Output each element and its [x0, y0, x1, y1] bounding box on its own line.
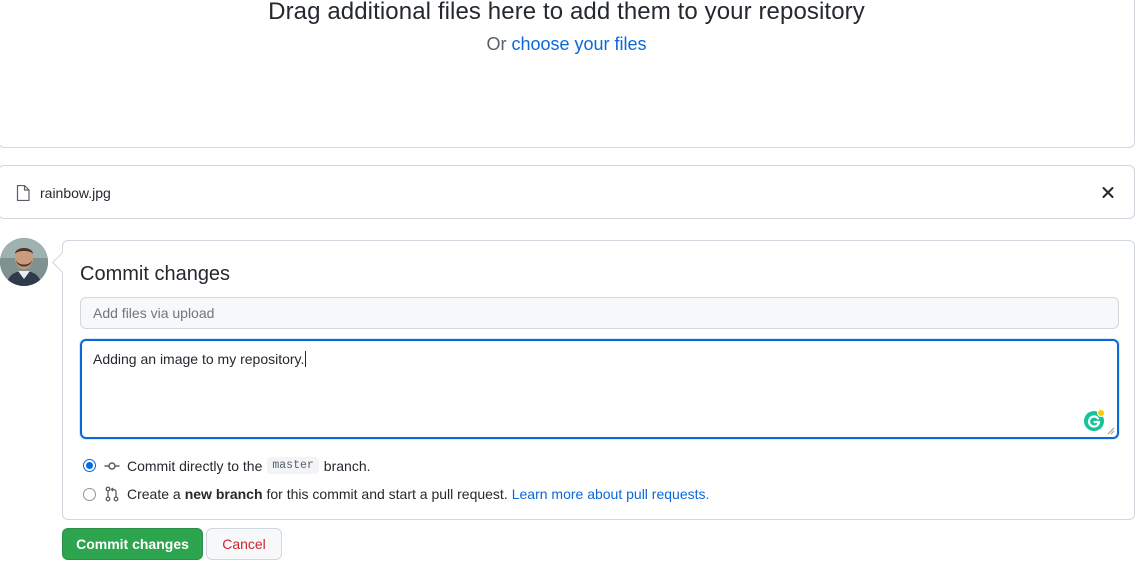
- file-icon: [16, 185, 30, 201]
- new-branch-bold: new branch: [184, 486, 263, 502]
- commit-form: Commit changes Adding an image to my rep…: [62, 240, 1135, 520]
- git-commit-icon: [104, 461, 120, 470]
- commit-description-text: Adding an image to my repository.: [93, 351, 307, 367]
- grammarly-icon[interactable]: [1083, 409, 1105, 431]
- new-branch-suffix: for this commit and start a pull request…: [266, 486, 508, 502]
- branch-name: master: [267, 457, 319, 474]
- cancel-button[interactable]: Cancel: [206, 528, 282, 560]
- uploaded-file-row: rainbow.jpg: [0, 165, 1135, 219]
- commit-heading: Commit changes: [80, 263, 231, 285]
- file-dropzone[interactable]: Drag additional files here to add them t…: [0, 0, 1135, 148]
- commit-changes-button[interactable]: Commit changes: [62, 528, 203, 560]
- new-branch-radio[interactable]: [83, 487, 96, 501]
- dropzone-prefix: Or: [486, 34, 507, 54]
- close-icon[interactable]: [1100, 182, 1116, 202]
- text-caret: [305, 351, 307, 367]
- commit-direct-radio[interactable]: [83, 459, 96, 472]
- file-name: rainbow.jpg: [40, 185, 111, 201]
- avatar: [0, 238, 48, 286]
- commit-direct-text: Commit directly to the: [127, 457, 263, 474]
- new-branch-prefix: Create a: [127, 486, 181, 502]
- dropzone-subtitle: Or choose your files: [0, 34, 1134, 55]
- git-pull-request-icon: [105, 486, 119, 502]
- choose-files-link[interactable]: choose your files: [511, 34, 646, 54]
- resize-handle-icon[interactable]: [1107, 427, 1115, 435]
- learn-more-pull-requests-link[interactable]: Learn more about pull requests.: [512, 486, 710, 502]
- commit-direct-option[interactable]: Commit directly to the master branch.: [83, 457, 371, 474]
- new-branch-option[interactable]: Create a new branch for this commit and …: [83, 486, 709, 502]
- commit-direct-suffix: branch.: [323, 457, 371, 474]
- dropzone-title: Drag additional files here to add them t…: [268, 0, 865, 25]
- commit-description-textarea[interactable]: Adding an image to my repository.: [80, 339, 1119, 439]
- commit-summary-input[interactable]: [80, 297, 1119, 329]
- commit-description-value: Adding an image to my repository.: [93, 351, 305, 367]
